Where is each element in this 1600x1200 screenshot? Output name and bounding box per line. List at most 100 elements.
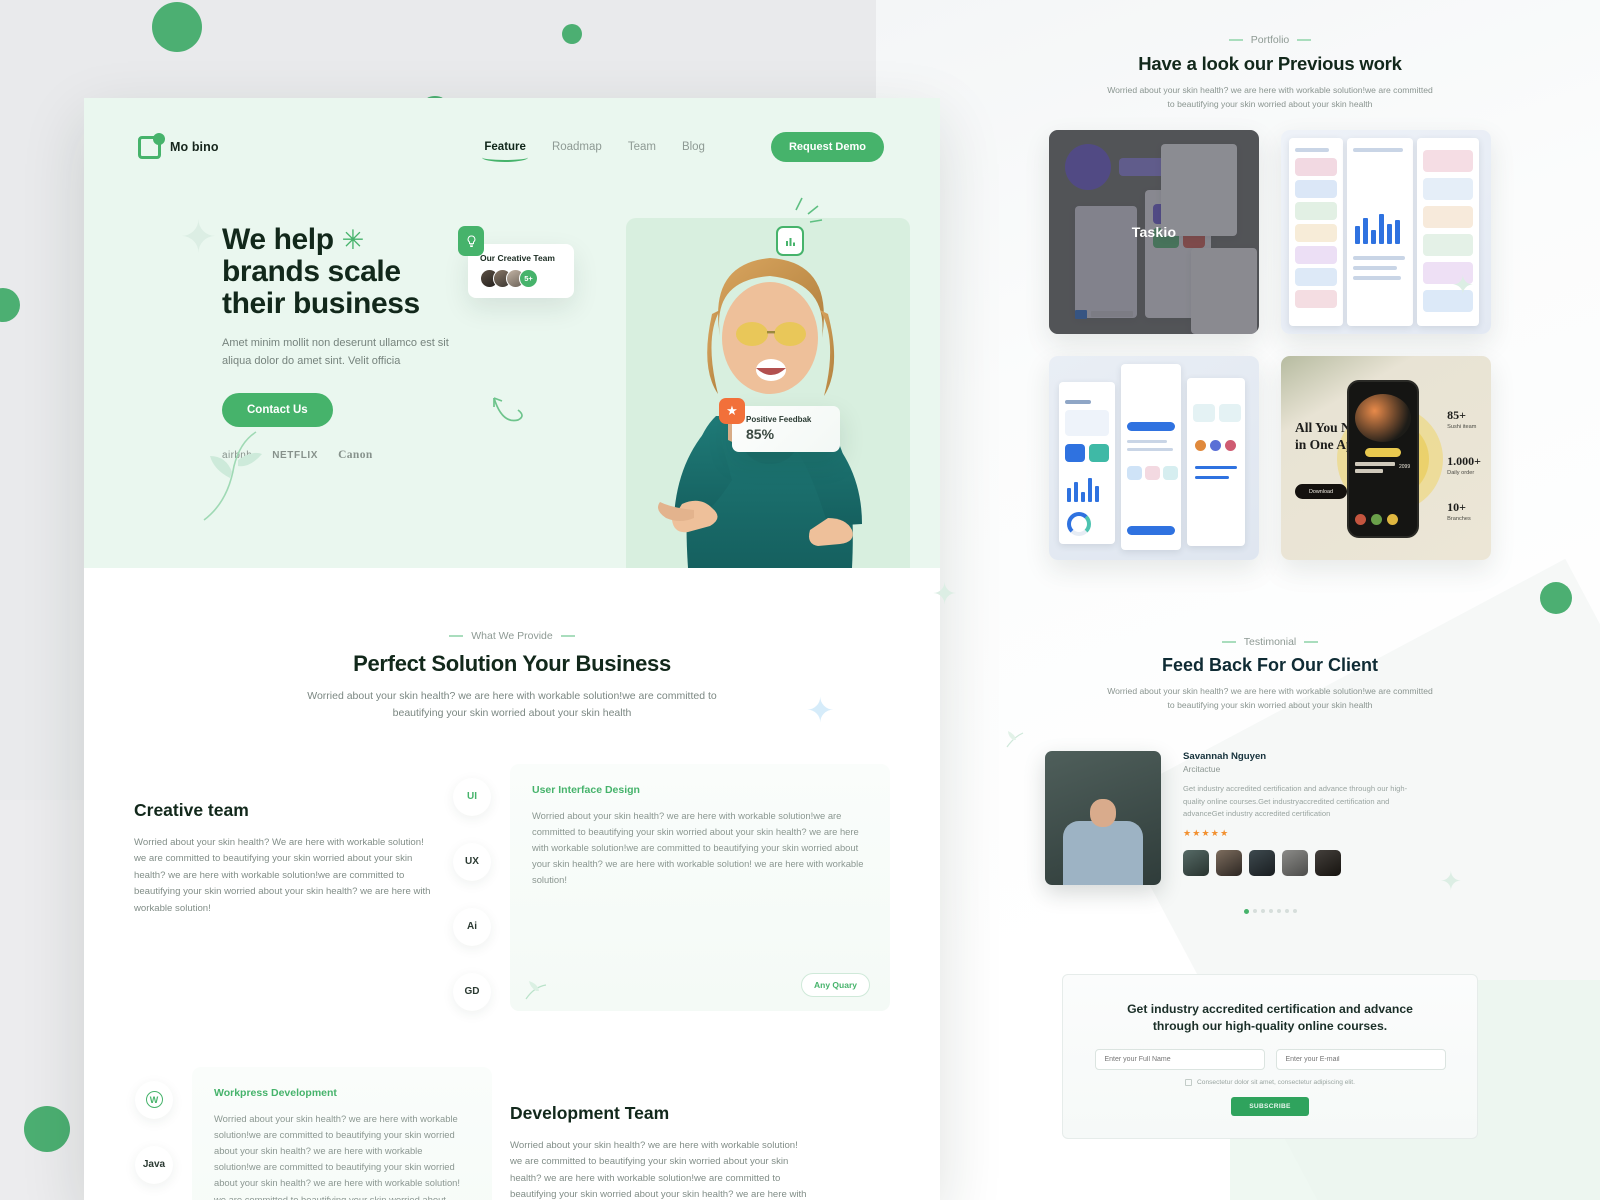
decorative-circle xyxy=(562,24,582,44)
feedback-value: 85% xyxy=(746,426,775,442)
testimonial-person-role: Arcitactue xyxy=(1183,764,1221,775)
portfolio-grid: Taskio All You Need in One App Download … xyxy=(1049,130,1491,561)
hero-star-icon: ✳ xyxy=(341,225,365,255)
canon-logo: Canon xyxy=(338,449,373,462)
food-app-stats: 85+ Sushi iteam 1.000+ Daily order 10+ B… xyxy=(1447,408,1481,522)
positive-feedback-card: ★ Positive Feedbak 85% xyxy=(719,398,840,452)
mobino-logo-icon xyxy=(138,132,165,159)
testimonial-card: Savannah Nguyen Arcitactue Get industry … xyxy=(1045,751,1495,886)
testimonial-person-name: Savannah Nguyen xyxy=(1183,751,1267,763)
sparkle-icon: ✦ xyxy=(806,692,835,730)
request-demo-button[interactable]: Request Demo xyxy=(770,132,884,162)
stat-value: 10+ xyxy=(1447,500,1466,515)
hero-section: ✦ Mo bino Feature Roadmap Team Blog Requ… xyxy=(84,98,940,568)
development-panel: Workpress Development Worried about your… xyxy=(192,1066,492,1200)
creative-panel: User Interface Design Worried about your… xyxy=(510,763,890,1011)
carousel-dot[interactable] xyxy=(1268,909,1273,914)
portfolio-card-food-app[interactable]: All You Need in One App Download 2099 85… xyxy=(1281,356,1491,561)
testimonial-thumbnail[interactable] xyxy=(1315,849,1341,876)
food-app-download-button[interactable]: Download xyxy=(1295,484,1347,500)
sparkle-icon: ✦ xyxy=(1452,270,1474,300)
newsletter-section: Get industry accredited certification an… xyxy=(1062,974,1478,1139)
full-name-input[interactable] xyxy=(1094,1048,1265,1070)
testimonial-thumbnail[interactable] xyxy=(1216,849,1242,876)
portfolio-card-dashboard[interactable] xyxy=(1281,130,1491,335)
subscribe-button[interactable]: SUBSCRIBE xyxy=(1231,1096,1309,1116)
creative-any-quary-button[interactable]: Any Quary xyxy=(801,972,870,997)
testimonial-thumbnails xyxy=(1183,849,1418,876)
testimonial-thumbnail[interactable] xyxy=(1183,849,1209,876)
provide-paragraph: Worried about your skin health? we are h… xyxy=(307,690,717,719)
creative-tabs: UI UX Ai GD xyxy=(452,764,492,1011)
portfolio-title: Have a look our Previous work xyxy=(1138,53,1402,75)
tab-wordpress[interactable] xyxy=(135,1080,173,1119)
leaf-doodle-icon xyxy=(525,980,547,1000)
portfolio-paragraph: Worried about your skin health? we are h… xyxy=(1107,85,1433,110)
stat-caption: Sushi iteam xyxy=(1447,424,1477,431)
testimonial-eyebrow: Testimonial xyxy=(1222,636,1319,648)
tab-ai[interactable]: Ai xyxy=(453,907,491,946)
hero-subtitle: Amet minim mollit non deserunt ullamco e… xyxy=(222,337,449,368)
carousel-dot[interactable] xyxy=(1284,909,1289,914)
sparkle-icon: ✦ xyxy=(932,578,958,611)
testimonial-thumbnail[interactable] xyxy=(1282,849,1308,876)
leaf-doodle-icon xyxy=(203,431,262,521)
curved-arrow-icon xyxy=(493,397,523,422)
brand-logo[interactable]: Mo bino xyxy=(138,132,219,159)
nav-links: Feature Roadmap Team Blog Request Demo xyxy=(482,132,884,162)
creative-team-body: Worried about your skin health? We are h… xyxy=(134,836,431,914)
stat-caption: Branches xyxy=(1447,516,1471,523)
nav-link-roadmap[interactable]: Roadmap xyxy=(552,141,602,153)
wordpress-icon xyxy=(145,1091,163,1109)
creative-panel-body: Worried about your skin health? we are h… xyxy=(532,809,864,886)
portfolio-card-taskio[interactable]: Taskio xyxy=(1049,130,1259,335)
testimonial-photo xyxy=(1045,751,1161,886)
creative-team-card-title: Our Creative Team xyxy=(480,253,555,263)
tab-gd[interactable]: GD xyxy=(453,972,491,1011)
carousel-dot[interactable] xyxy=(1243,909,1249,915)
stat-value: 85+ xyxy=(1447,408,1466,423)
tab-java[interactable]: Java xyxy=(135,1145,173,1184)
email-input[interactable] xyxy=(1275,1048,1446,1070)
testimonial-thumbnail[interactable] xyxy=(1249,849,1275,876)
newsletter-consent[interactable]: Consectetur dolor sit amet, consectetur … xyxy=(1093,1078,1447,1086)
main-navigation: Mo bino Feature Roadmap Team Blog Reques… xyxy=(84,98,940,162)
development-team-title: Development Team xyxy=(510,1102,670,1123)
carousel-dot[interactable] xyxy=(1260,909,1265,914)
creative-team-card: Our Creative Team 5+ xyxy=(468,244,574,298)
carousel-dot[interactable] xyxy=(1276,909,1281,914)
newsletter-heading-line1: Get industry accredited certification an… xyxy=(1127,1002,1413,1017)
portfolio-eyebrow: Portfolio xyxy=(1229,34,1312,46)
tab-ux[interactable]: UX xyxy=(453,842,491,881)
carousel-dot[interactable] xyxy=(1292,909,1297,914)
newsletter-heading-line2: through our high-quality online courses. xyxy=(1152,1019,1388,1034)
nav-link-feature[interactable]: Feature xyxy=(482,141,528,162)
consent-text: Consectetur dolor sit amet, consectetur … xyxy=(1197,1078,1355,1086)
nav-link-blog[interactable]: Blog xyxy=(682,141,705,153)
avatar-overflow-count: 5+ xyxy=(519,269,538,288)
testimonial-paragraph: Worried about your skin health? we are h… xyxy=(1107,686,1433,711)
nav-link-team[interactable]: Team xyxy=(628,141,656,153)
portfolio-section: Portfolio Have a look our Previous work … xyxy=(940,0,1600,561)
testimonial-title: Feed Back For Our Client xyxy=(1161,655,1379,676)
consent-checkbox[interactable] xyxy=(1185,1078,1193,1086)
provide-eyebrow: What We Provide xyxy=(449,630,575,642)
decorative-circle xyxy=(24,1106,70,1152)
development-panel-body: Worried about your skin health? we are h… xyxy=(214,1112,460,1200)
background-top-panel xyxy=(0,0,876,100)
landing-page-right: Portfolio Have a look our Previous work … xyxy=(940,0,1600,1200)
tab-ui[interactable]: UI xyxy=(453,777,491,816)
bar-chart-icon xyxy=(776,226,804,256)
testimonial-header: Testimonial Feed Back For Our Client Wor… xyxy=(940,560,1600,713)
creative-team-text: Creative team Worried about your skin he… xyxy=(134,764,434,1011)
carousel-dot[interactable] xyxy=(1252,909,1257,914)
stat-value: 1.000+ xyxy=(1447,454,1481,469)
decorative-circle xyxy=(152,2,202,52)
feedback-label: Positive Feedbak xyxy=(746,415,812,424)
leaf-doodle-icon xyxy=(1006,731,1024,748)
hero-title-line2: brands scale xyxy=(222,254,401,288)
portfolio-card-mobile[interactable] xyxy=(1049,356,1259,561)
portfolio-card-label: Taskio xyxy=(1131,224,1177,241)
development-team-body: Worried about your skin health? we are h… xyxy=(510,1139,807,1200)
lightbulb-icon xyxy=(458,226,484,256)
